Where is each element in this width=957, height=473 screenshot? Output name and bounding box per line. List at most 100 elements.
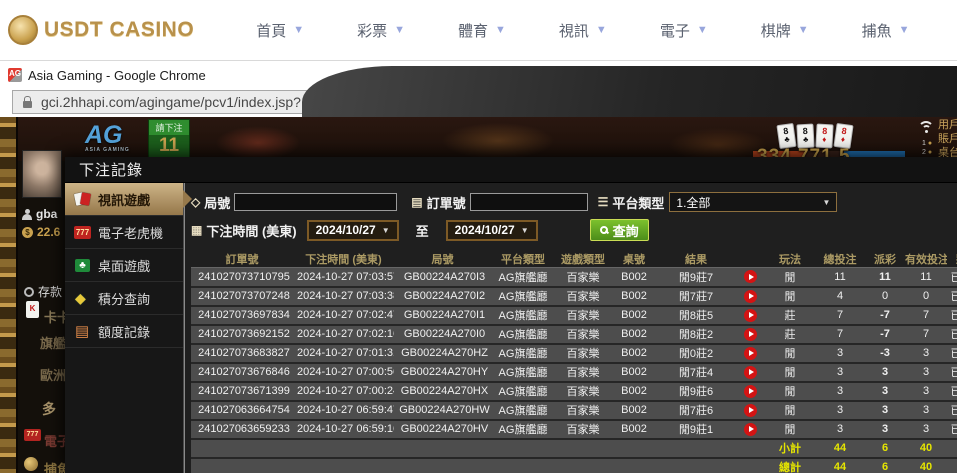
date-from-select[interactable]: 2024/10/27 ▼: [307, 220, 399, 241]
column-header: 有效投注額: [905, 251, 947, 268]
caret-down-icon: ▼: [521, 226, 529, 235]
background-banner: [302, 66, 957, 117]
site-logo[interactable]: USDT CASINO: [8, 15, 194, 45]
mini-card-icon: K: [26, 301, 39, 318]
caret-down-icon: ▼: [822, 198, 830, 207]
replay-icon[interactable]: [744, 385, 757, 398]
slot-machine-icon: [74, 225, 91, 240]
coin-logo-icon: [8, 15, 38, 45]
order-no-label: ▤ 訂單號: [411, 193, 465, 212]
label-user: 用戶: [938, 118, 957, 132]
platform-type-select[interactable]: 1.全部 ▼: [669, 192, 837, 212]
menu-multi[interactable]: 多: [42, 399, 56, 419]
deposit-icon: [24, 287, 34, 297]
round-no-input[interactable]: [234, 193, 397, 211]
column-header: 桌號: [611, 251, 657, 268]
replay-icon[interactable]: [744, 270, 757, 283]
lobby-status-labels: 用戶 賬戶 桌台: [938, 118, 957, 160]
chevron-down-icon: ▼: [293, 24, 304, 36]
order-no-input[interactable]: [470, 193, 588, 211]
dealt-cards: 8♣ 8♣ 8♦ 8♦: [778, 124, 852, 148]
column-header: 結果: [657, 251, 735, 268]
column-header: 平台類型: [491, 251, 555, 268]
column-header: 狀態: [947, 251, 957, 268]
column-header: 訂單號: [191, 251, 293, 268]
user-balance-row: $ 22.6: [22, 225, 60, 239]
chevron-down-icon: ▼: [798, 24, 809, 36]
site-top-nav: USDT CASINO 首頁 ▼ 彩票 ▼ 體育 ▼ 視訊 ▼ 電子 ▼ 棋牌 …: [0, 0, 957, 61]
screen: USDT CASINO 首頁 ▼ 彩票 ▼ 體育 ▼ 視訊 ▼ 電子 ▼ 棋牌 …: [0, 0, 957, 473]
bet-table-wrap: 訂單號下注時間 (美東)局號平台類型遊戲類型桌號結果玩法總投注派彩有效投注額狀態…: [191, 251, 957, 473]
countdown-value: 11: [149, 135, 189, 157]
table-row: 2410270737072482024-10-27 07:03:38GB0022…: [191, 287, 957, 306]
modal-sidebar: 視訊遊戲 電子老虎機 桌面遊戲 積分查詢 額度記錄: [65, 183, 184, 473]
column-header: 局號: [394, 251, 491, 268]
chevron-down-icon: ▼: [697, 24, 708, 36]
replay-icon[interactable]: [744, 366, 757, 379]
replay-icon[interactable]: [744, 290, 757, 303]
sidebar-item-table-games[interactable]: 桌面遊戲: [65, 249, 183, 282]
replay-icon[interactable]: [744, 423, 757, 436]
chevron-down-icon: ▼: [596, 24, 607, 36]
tag-icon: ◇: [191, 195, 200, 209]
bet-prompt: 請下注: [149, 120, 189, 135]
site-nav-item[interactable]: 彩票 ▼: [357, 20, 405, 41]
site-nav-item[interactable]: 電子 ▼: [660, 20, 708, 41]
clipboard-icon: ▤: [411, 195, 422, 209]
table-row: 2410270737107952024-10-27 07:03:57GB0022…: [191, 268, 957, 287]
seat-numbers: 1 ● 2 ●: [922, 139, 932, 157]
sidebar-item-credit-record[interactable]: 額度記錄: [65, 315, 183, 348]
browser-window-title: Asia Gaming - Google Chrome: [28, 68, 206, 83]
wifi-icon: [918, 121, 936, 136]
chevron-down-icon: ▼: [899, 24, 910, 36]
table-row: 2410270736713992024-10-27 07:00:24GB0022…: [191, 382, 957, 401]
user-balance: 22.6: [37, 225, 60, 239]
user-name: gba: [36, 207, 57, 221]
table-row: 2410270636647542024-10-27 06:59:47GB0022…: [191, 401, 957, 420]
table-row: 2410270736921522024-10-27 07:02:16GB0022…: [191, 325, 957, 344]
date-to-select[interactable]: 2024/10/27 ▼: [446, 220, 538, 241]
site-nav-item[interactable]: 捕魚 ▼: [862, 20, 910, 41]
column-header: 玩法: [765, 251, 815, 268]
table-row: 2410270736768462024-10-27 07:00:56GB0022…: [191, 363, 957, 382]
table-games-icon: [74, 258, 91, 273]
site-logo-text: USDT CASINO: [44, 18, 194, 42]
sidebar-item-points-query[interactable]: 積分查詢: [65, 282, 183, 315]
site-nav-item[interactable]: 棋牌 ▼: [761, 20, 809, 41]
column-header: 下注時間 (美東): [293, 251, 394, 268]
caret-down-icon: ▼: [382, 226, 390, 235]
grand-total-row: 總計44640: [191, 458, 957, 473]
site-nav-item[interactable]: 視訊 ▼: [559, 20, 607, 41]
list-icon: ☰: [598, 195, 609, 209]
column-header: 總投注: [815, 251, 865, 268]
deposit-button[interactable]: 存款: [24, 283, 62, 300]
ag-logo: AG ASIA GAMING: [85, 123, 130, 153]
lock-icon: [23, 101, 32, 108]
fishing-icon: [24, 457, 38, 471]
user-avatar: [22, 150, 62, 198]
label-account: 賬戶: [938, 132, 957, 146]
site-nav-item[interactable]: 首頁 ▼: [256, 20, 304, 41]
sidebar-item-video-games[interactable]: 視訊遊戲: [65, 183, 183, 216]
modal-content: ◇ 局號 ▤ 訂單號 ☰ 平台類型 1.全部 ▼: [184, 183, 957, 473]
replay-icon[interactable]: [744, 328, 757, 341]
slots-777-icon: 777: [24, 429, 41, 441]
replay-icon[interactable]: [744, 404, 757, 417]
replay-icon[interactable]: [744, 347, 757, 360]
replay-icon[interactable]: [744, 309, 757, 322]
sidebar-item-slot-machine[interactable]: 電子老虎機: [65, 216, 183, 249]
calendar-icon: ▦: [191, 223, 202, 237]
person-icon: [22, 209, 32, 220]
column-header: [735, 251, 765, 268]
site-nav-item[interactable]: 體育 ▼: [458, 20, 506, 41]
page-url: gci.2hhapi.com/agingame/pcv1/index.jsp?: [41, 94, 301, 110]
chevron-down-icon: ▼: [495, 24, 506, 36]
table-row: 2410270636592332024-10-27 06:59:16GB0022…: [191, 420, 957, 439]
filter-row-ids: ◇ 局號 ▤ 訂單號 ☰ 平台類型 1.全部 ▼: [191, 190, 957, 214]
table-row: 2410270736838272024-10-27 07:01:31GB0022…: [191, 344, 957, 363]
column-header: 遊戲類型: [555, 251, 611, 268]
filter-row-time: ▦ 下注時間 (美東) 2024/10/27 ▼ 至 2024/10/27 ▼: [191, 218, 957, 242]
chevron-down-icon: ▼: [394, 24, 405, 36]
search-button[interactable]: 查詢: [590, 219, 649, 241]
subtotal-row: 小計44640: [191, 439, 957, 458]
